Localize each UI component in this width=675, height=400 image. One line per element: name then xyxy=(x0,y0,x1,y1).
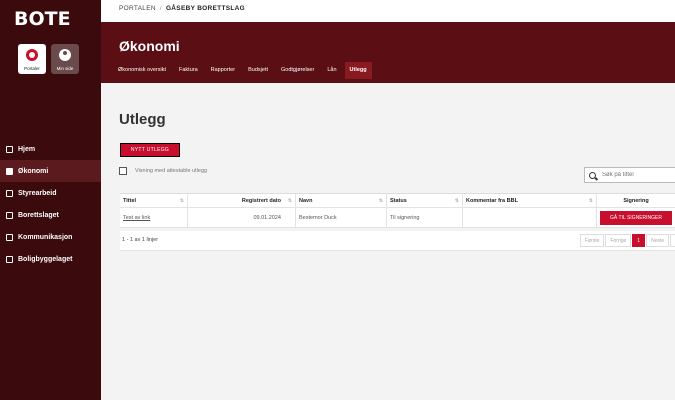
home-icon xyxy=(6,145,13,153)
tab-godtgjorelser[interactable]: Godtgjørelser xyxy=(276,62,319,79)
new-expense-button[interactable]: NYTT UTLEGG xyxy=(120,143,180,157)
logo[interactable]: BOTE xyxy=(14,8,71,30)
tab-budsjett[interactable]: Budsjett xyxy=(243,62,273,79)
section-title: Økonomi xyxy=(119,38,180,54)
search-icon xyxy=(589,171,596,179)
sidebar-item-hjem[interactable]: Hjem xyxy=(0,138,101,160)
column-header-status[interactable]: Status xyxy=(387,194,463,207)
sidebar: BOTE Portaler Min side Hjem Økonomi Styr… xyxy=(0,0,101,400)
column-header-tittel[interactable]: Tittel xyxy=(120,194,188,207)
table-footer: 1 - 1 av 1 linjer Første Forrige 1 Neste… xyxy=(120,231,675,251)
folder-icon xyxy=(6,189,13,197)
table-header-row: Tittel Registrert dato Navn Status Komme… xyxy=(120,194,675,208)
submitter-name: Bestemor Duck xyxy=(296,208,387,227)
tab-okonomisk-oversikt[interactable]: Økonomisk oversikt xyxy=(113,62,171,79)
column-header-kommentar[interactable]: Kommentar fra BBL xyxy=(463,194,597,207)
pager-page-1[interactable]: 1 xyxy=(632,234,646,247)
sidebar-item-label: Økonomi xyxy=(18,167,49,175)
pager-first-button[interactable]: Første xyxy=(580,234,605,247)
sidebar-item-label: Borettslaget xyxy=(18,211,59,219)
top-bar: PORTALEN / GÅSEBY BORETTSLAG xyxy=(101,0,675,22)
portaler-label: Portaler xyxy=(24,66,40,71)
tab-utlegg[interactable]: Utlegg xyxy=(344,62,372,79)
attestable-checkbox-label: Visning med attestable utlegg xyxy=(135,168,208,174)
building-icon xyxy=(6,211,13,219)
portal-icon xyxy=(26,49,38,61)
expense-table: Tittel Registrert dato Navn Status Komme… xyxy=(120,193,675,228)
registered-date: 09.01.2024 xyxy=(188,208,296,227)
tab-bar: Økonomisk oversikt Faktura Rapporter Bud… xyxy=(113,62,375,79)
tab-rapporter[interactable]: Rapporter xyxy=(206,62,240,79)
signing-cell: GÅ TIL SIGNERINGER xyxy=(597,208,675,227)
house-icon xyxy=(6,255,13,263)
column-header-navn[interactable]: Navn xyxy=(296,194,387,207)
sidebar-item-label: Styrearbeid xyxy=(18,189,57,197)
expense-title-link[interactable]: Test av link xyxy=(120,208,188,227)
sidebar-item-label: Hjem xyxy=(18,145,36,153)
page-title: Utlegg xyxy=(119,111,166,128)
pager-last-button[interactable]: Si xyxy=(670,234,675,247)
chat-icon xyxy=(6,233,13,241)
pager-prev-button[interactable]: Forrige xyxy=(605,234,632,247)
column-header-signering: Signering xyxy=(623,197,649,204)
sidebar-item-boligbyggelaget[interactable]: Boligbyggelaget xyxy=(0,248,101,270)
go-to-signing-button[interactable]: GÅ TIL SIGNERINGER xyxy=(600,210,672,225)
result-count: 1 - 1 av 1 linjer xyxy=(122,237,159,243)
tab-lan[interactable]: Lån xyxy=(322,62,341,79)
user-icon xyxy=(59,49,71,61)
sidebar-item-okonomi[interactable]: Økonomi xyxy=(0,160,101,182)
tab-faktura[interactable]: Faktura xyxy=(174,62,203,79)
breadcrumb-current: GÅSEBY BORETTSLAG xyxy=(165,5,245,12)
sidebar-item-borettslaget[interactable]: Borettslaget xyxy=(0,204,101,226)
attestable-filter: Visning med attestable utlegg xyxy=(119,167,207,175)
pager-next-button[interactable]: Neste xyxy=(646,234,670,247)
sidebar-item-kommunikasjon[interactable]: Kommunikasjon xyxy=(0,226,101,248)
sidebar-item-label: Kommunikasjon xyxy=(18,233,73,241)
breadcrumb-root[interactable]: PORTALEN xyxy=(119,5,156,12)
search-input[interactable] xyxy=(602,172,662,178)
search-box xyxy=(584,167,675,183)
status-badge: Til signering xyxy=(387,208,463,227)
column-header-registrert-dato[interactable]: Registrert dato xyxy=(188,194,296,207)
sidebar-nav: Hjem Økonomi Styrearbeid Borettslaget Ko… xyxy=(0,138,101,270)
economy-icon xyxy=(6,167,13,175)
table-row: Test av link 09.01.2024 Bestemor Duck Ti… xyxy=(120,208,675,228)
main-content: Utlegg NYTT UTLEGG Visning med attestabl… xyxy=(101,83,675,400)
sidebar-item-styrearbeid[interactable]: Styrearbeid xyxy=(0,182,101,204)
breadcrumb: PORTALEN / GÅSEBY BORETTSLAG xyxy=(119,5,245,12)
attestable-checkbox[interactable] xyxy=(119,167,127,175)
sidebar-item-label: Boligbyggelaget xyxy=(18,255,73,263)
bbl-comment xyxy=(463,208,597,227)
pagination: Første Forrige 1 Neste Si xyxy=(580,234,675,247)
breadcrumb-separator: / xyxy=(159,5,162,12)
min-side-label: Min side xyxy=(56,66,74,71)
